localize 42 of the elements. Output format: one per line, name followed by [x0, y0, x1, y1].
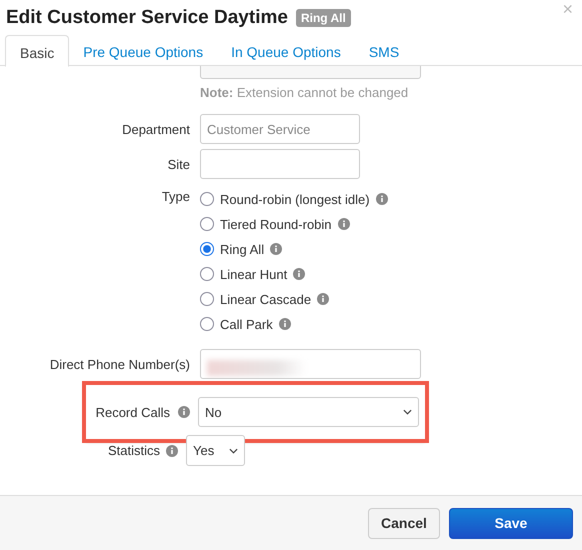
- dialog-title: Edit Customer Service Daytime: [6, 6, 288, 28]
- statistics-select[interactable]: Yes: [186, 435, 245, 466]
- cancel-button[interactable]: Cancel: [368, 508, 440, 538]
- radio-button[interactable]: [200, 317, 214, 331]
- info-icon[interactable]: [178, 406, 190, 418]
- field-label: Site: [166, 156, 190, 172]
- note-text: Note: Extension cannot be changed: [200, 85, 408, 100]
- radio-button[interactable]: [200, 267, 214, 281]
- radio-label[interactable]: Linear Cascade: [220, 292, 312, 306]
- info-icon[interactable]: [166, 444, 178, 456]
- radio-button[interactable]: [200, 192, 214, 206]
- radio-label[interactable]: Ring All: [220, 242, 264, 256]
- save-button[interactable]: Save: [449, 508, 573, 538]
- field-label: Statistics: [106, 443, 160, 458]
- tab[interactable]: In Queue Options: [217, 35, 355, 65]
- chevron-icon: [403, 409, 412, 415]
- radio-label[interactable]: Round-robin (longest idle): [220, 192, 370, 206]
- radio-label[interactable]: Linear Hunt: [220, 266, 288, 282]
- radio-button[interactable]: [200, 292, 214, 306]
- radio-label[interactable]: Tiered Round-robin: [220, 216, 332, 232]
- phone-field[interactable]: [200, 349, 421, 379]
- type-badge: Ring All: [296, 8, 351, 26]
- info-icon[interactable]: [293, 268, 306, 280]
- info-icon[interactable]: [317, 293, 330, 305]
- field-label: Department: [121, 122, 190, 136]
- info-icon[interactable]: [376, 193, 388, 205]
- info-icon[interactable]: [338, 218, 350, 230]
- tab[interactable]: Basic: [5, 35, 70, 67]
- tab[interactable]: SMS: [354, 35, 414, 65]
- field-label: Record Calls: [94, 404, 170, 420]
- radio-button[interactable]: [200, 242, 214, 256]
- tab[interactable]: Pre Queue Options: [69, 35, 218, 65]
- field-label: Type: [160, 189, 190, 204]
- site-field[interactable]: [200, 149, 360, 179]
- department-field[interactable]: Customer Service: [200, 114, 360, 144]
- record-calls-select[interactable]: No: [198, 397, 419, 427]
- field-label: Direct Phone Number(s): [48, 356, 190, 372]
- radio-label[interactable]: Call Park: [220, 316, 273, 332]
- chevron-icon: [229, 448, 238, 454]
- info-icon[interactable]: [270, 243, 282, 255]
- info-icon[interactable]: [278, 318, 291, 330]
- radio-button[interactable]: [200, 217, 214, 231]
